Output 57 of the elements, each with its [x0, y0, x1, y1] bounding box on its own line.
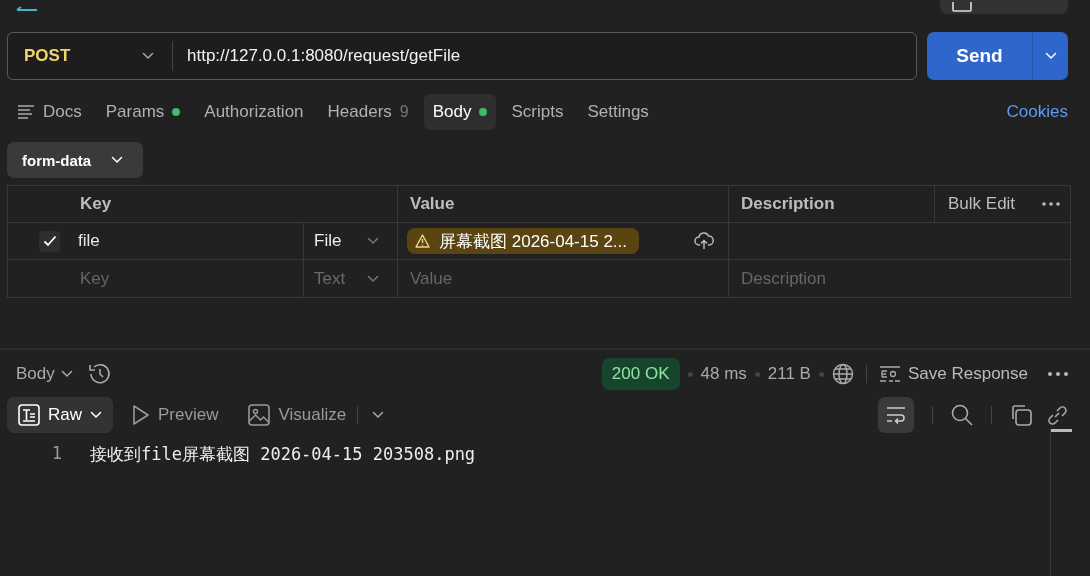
copy-icon[interactable] — [1010, 404, 1032, 426]
chevron-icon — [367, 274, 379, 283]
value-field[interactable]: Value — [398, 260, 728, 297]
chevron-icon — [367, 237, 379, 245]
body-type-dropdown[interactable]: form-data — [7, 142, 144, 178]
cookies-link[interactable]: Cookies — [1006, 102, 1068, 122]
history-icon[interactable] — [86, 363, 111, 385]
wrap-lines-icon — [885, 406, 907, 424]
play-icon — [132, 404, 150, 426]
line-number: 1 — [50, 443, 62, 465]
column-header: Value — [410, 194, 455, 213]
column-header: Key — [79, 194, 112, 213]
request-tab[interactable]: Settings — [578, 94, 658, 130]
status-badge: 200 OK — [601, 358, 680, 390]
code-line: 接收到file屏幕截图 2026-04-15 203508.png — [90, 443, 476, 466]
request-tab[interactable]: Scripts — [502, 94, 573, 130]
response-view-dropdown[interactable]: Body — [16, 364, 73, 384]
chevron-icon — [90, 411, 102, 419]
upload-cloud-icon[interactable] — [694, 232, 714, 250]
row-checkbox[interactable] — [39, 230, 60, 252]
format-tab[interactable]: Preview — [121, 397, 230, 433]
param-key: file — [78, 231, 100, 251]
more-icon[interactable] — [1042, 202, 1060, 206]
response-size: 211 B — [767, 364, 811, 384]
more-formats-icon — [372, 411, 385, 419]
chevron-icon — [111, 156, 124, 164]
image-icon — [248, 404, 271, 426]
request-tab[interactable]: Body — [423, 94, 497, 130]
format-tab[interactable]: Raw — [7, 397, 113, 433]
back-arrow-icon[interactable] — [16, 6, 38, 14]
column-header: Description — [741, 194, 835, 213]
request-tab[interactable]: Headers 9 — [318, 94, 418, 130]
request-tab[interactable]: Authorization — [195, 94, 313, 130]
format-tab[interactable]: Visualize — [237, 397, 358, 433]
method-dropdown[interactable]: POST — [8, 41, 173, 71]
response-time: 48 ms — [700, 364, 747, 384]
url-bar[interactable]: POST http://127.0.0.1:8080/request/getFile — [7, 32, 917, 80]
key-field[interactable]: Key — [8, 260, 303, 297]
text-document-icon — [18, 404, 40, 426]
search-icon[interactable] — [951, 404, 973, 426]
chevron-icon — [1044, 52, 1057, 60]
save-response-button[interactable]: Save Response — [878, 364, 1028, 384]
request-tab[interactable]: Docs — [8, 94, 91, 130]
check-icon — [42, 235, 57, 247]
request-tab[interactable]: Params — [96, 94, 190, 130]
description-field[interactable]: Description — [729, 260, 1070, 297]
chevron-icon — [142, 52, 154, 60]
wrap-lines-button[interactable] — [878, 397, 914, 433]
example-icon — [878, 364, 901, 384]
globe-icon[interactable] — [831, 363, 854, 385]
warning-icon — [415, 234, 430, 248]
link-icon[interactable] — [1046, 404, 1068, 426]
save-icon — [952, 2, 972, 12]
file-chip[interactable]: 屏幕截图 2026-04-15 2... — [407, 228, 640, 254]
more-icon[interactable] — [1048, 372, 1068, 376]
chevron-icon — [60, 370, 73, 378]
docs-icon — [17, 104, 35, 120]
